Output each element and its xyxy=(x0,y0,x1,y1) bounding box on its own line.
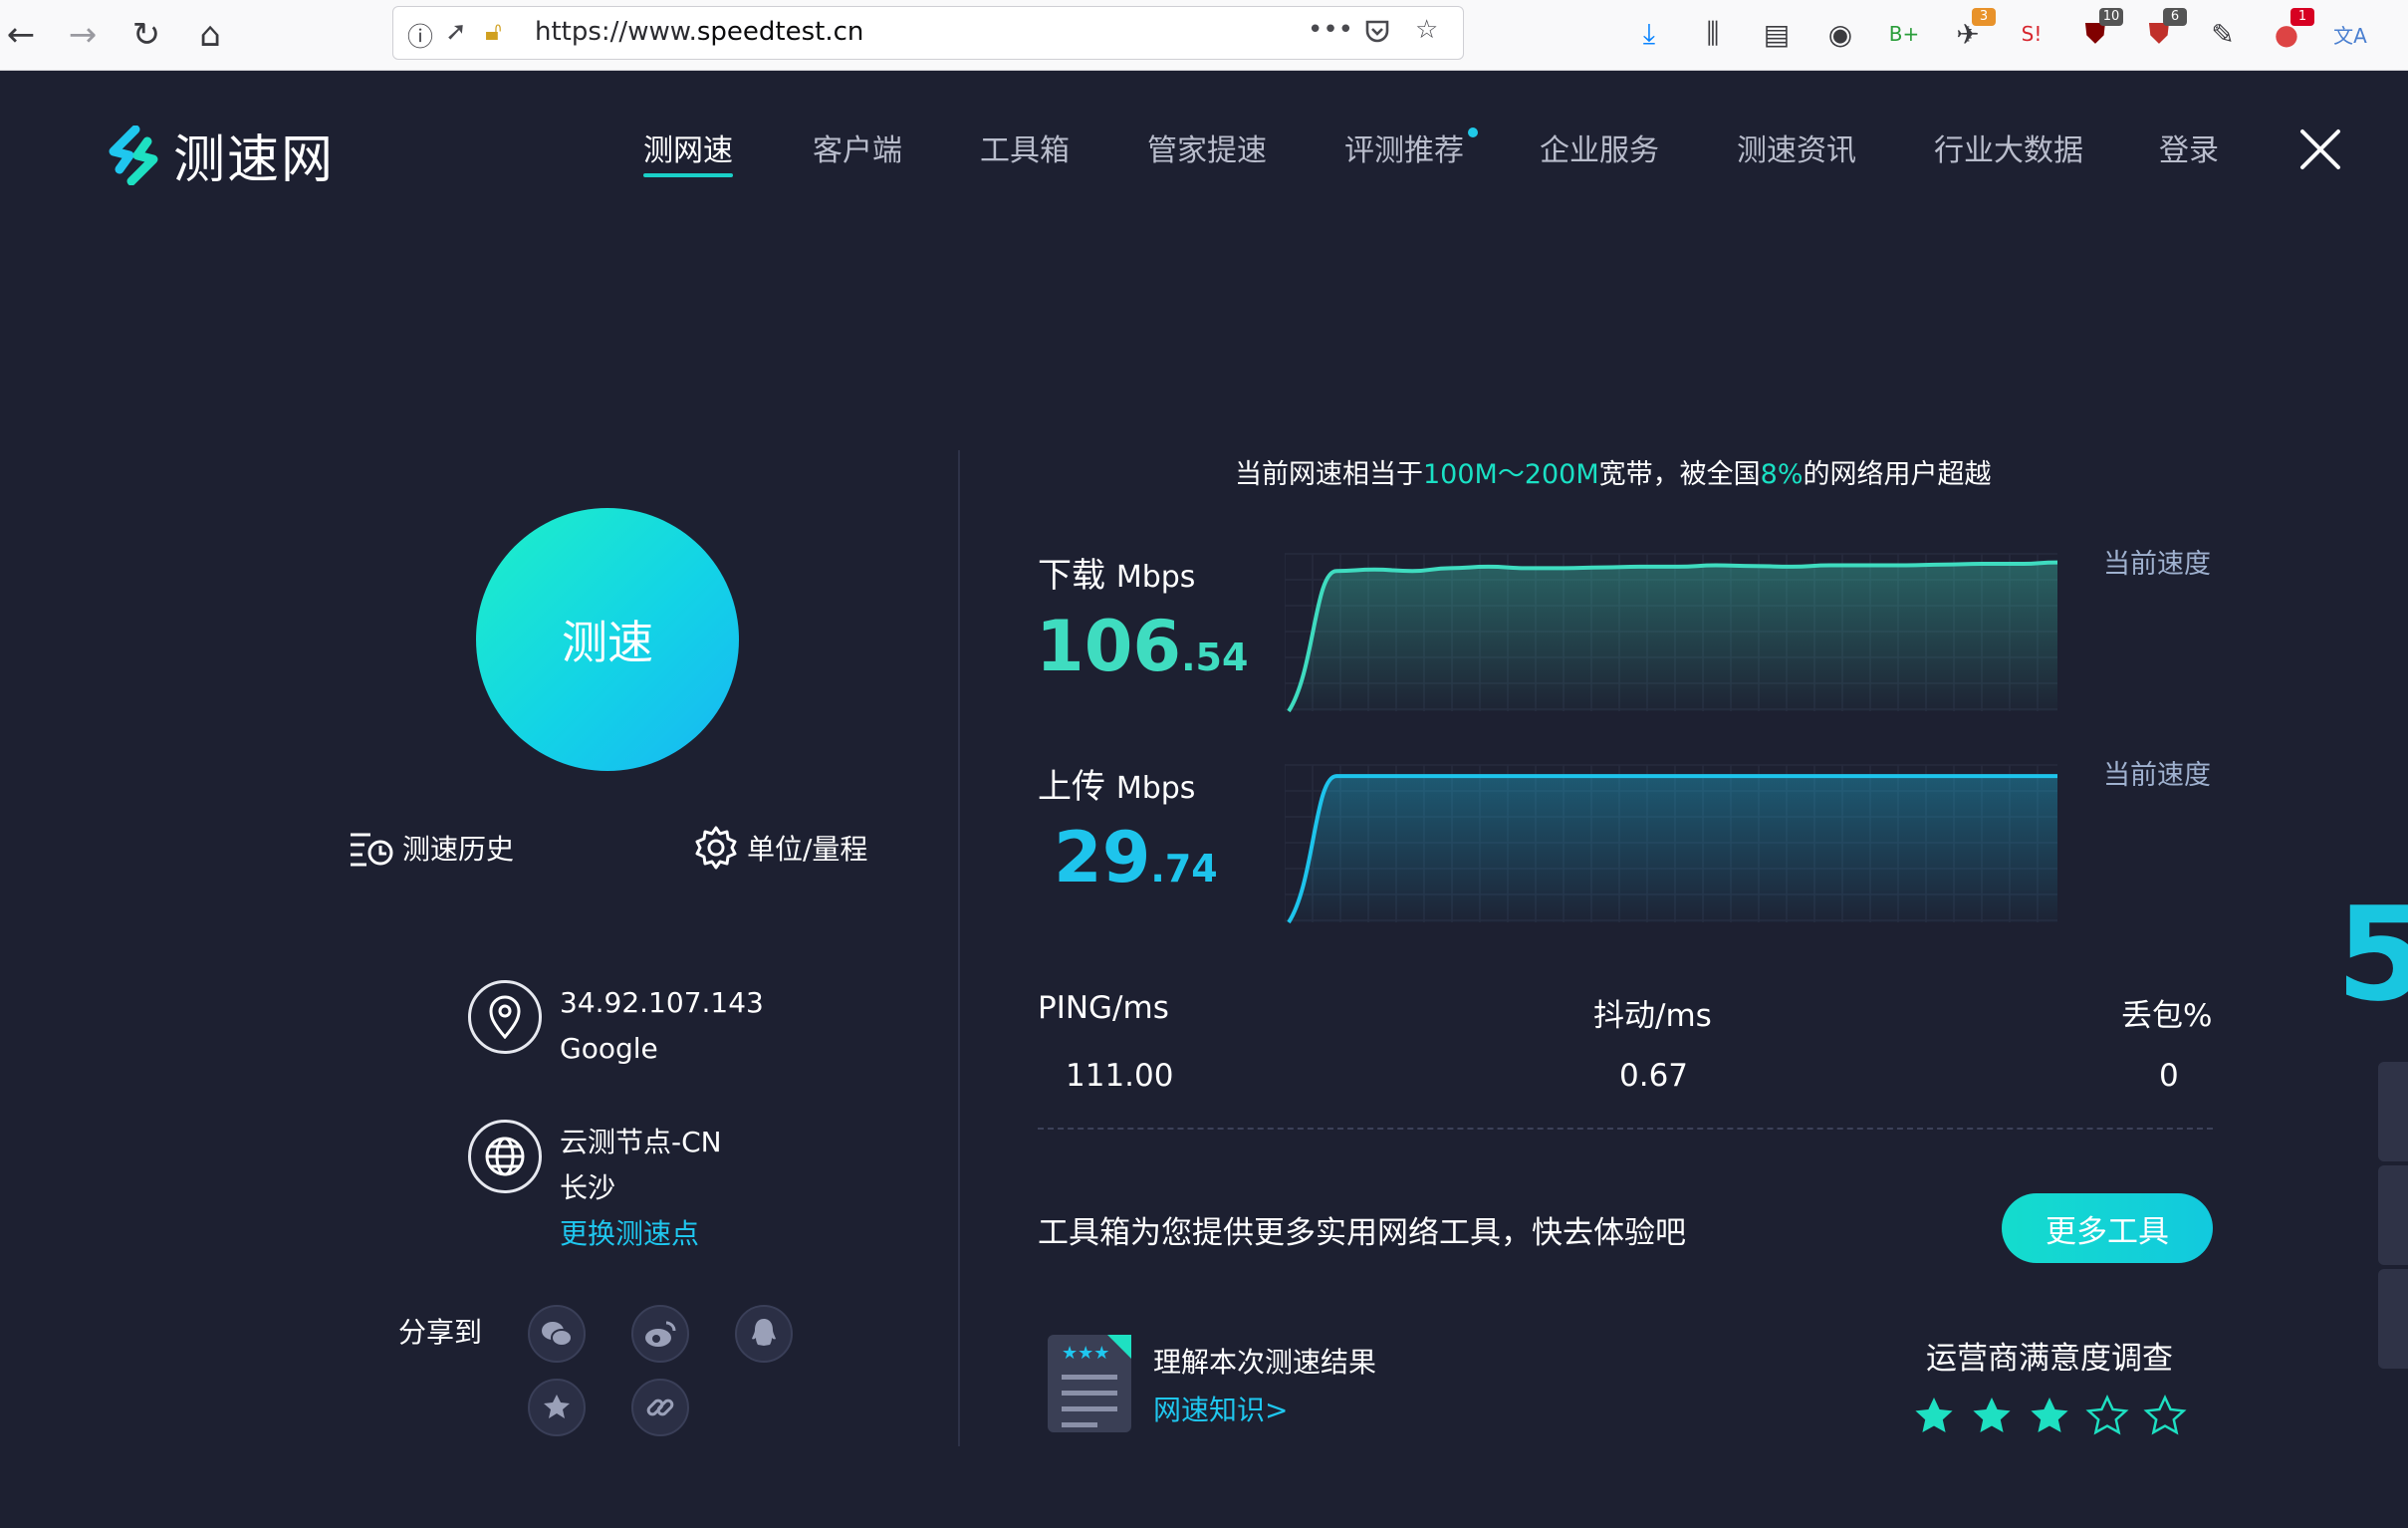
isp-name: Google xyxy=(560,1032,658,1065)
globe-icon xyxy=(468,1120,542,1193)
node-name: 云测节点-CN xyxy=(560,1126,722,1158)
b-plus-extension-icon[interactable]: B+ xyxy=(1884,14,1924,54)
shield-extension-icon[interactable]: ⛊ 6 xyxy=(2139,8,2187,54)
extension-badge: 6 xyxy=(2163,8,2187,26)
alert-extension-icon[interactable]: ● 1 xyxy=(2267,8,2314,54)
node-info: 云测节点-CN 长沙 更换测速点 xyxy=(468,1120,722,1257)
lock-warning-icon[interactable]: 🔓︎ xyxy=(485,17,502,48)
jitter-label: 抖动/ms xyxy=(1593,998,1712,1034)
share-label: 分享到 xyxy=(398,1316,483,1349)
more-tools-button[interactable]: 更多工具 xyxy=(2002,1193,2213,1263)
speed-summary: 当前网速相当于100M～200M宽带，被全国8%的网络用户超越 xyxy=(1235,459,1992,490)
star-filled-icon[interactable] xyxy=(1912,1395,1956,1438)
location-pin-icon xyxy=(468,980,542,1054)
nav-item-client[interactable]: 客户端 xyxy=(813,126,902,169)
nav-item-news[interactable]: 测速资讯 xyxy=(1737,126,1856,169)
side-tab[interactable] xyxy=(2378,1062,2408,1161)
packet-loss-value: 0 xyxy=(2159,1058,2179,1094)
forward-icon[interactable]: → xyxy=(56,8,110,62)
page-actions-icon[interactable]: ••• xyxy=(1308,15,1353,45)
tracking-icon[interactable]: ➚ xyxy=(445,17,467,47)
ip-info: 34.92.107.143 Google xyxy=(468,980,764,1072)
info-icon[interactable]: ⓘ xyxy=(407,17,433,54)
main-nav: 测网速 客户端 工具箱 管家提速 评测推荐 企业服务 测速资讯 行业大数据 登录 xyxy=(0,126,2408,177)
favorite-icon[interactable] xyxy=(528,1379,586,1436)
extension-icon[interactable]: ✈ 3 xyxy=(1948,8,1996,54)
ublock-icon[interactable]: ⛊ 10 xyxy=(2075,8,2123,54)
browser-toolbar: ← → ↻ ⌂ ⓘ ➚ 🔓︎ https://www.speedtest.cn … xyxy=(0,0,2408,71)
isp-survey-title: 运营商满意度调查 xyxy=(1926,1341,2173,1377)
nav-item-toolbox[interactable]: 工具箱 xyxy=(980,126,1070,169)
url-text[interactable]: https://www.speedtest.cn xyxy=(535,17,863,47)
stats-divider xyxy=(1038,1128,2213,1130)
new-badge-dot xyxy=(1468,127,1478,137)
history-label: 测速历史 xyxy=(402,833,515,866)
nav-item-enterprise[interactable]: 企业服务 xyxy=(1540,126,1659,169)
node-city: 长沙 xyxy=(560,1171,616,1204)
panel-divider xyxy=(958,450,960,1446)
unit-label: 单位/量程 xyxy=(747,833,868,866)
star-empty-icon[interactable] xyxy=(2085,1395,2129,1438)
nav-item-bigdata[interactable]: 行业大数据 xyxy=(1934,126,2083,169)
download-label: 下载 Mbps xyxy=(1038,556,1196,596)
wechat-icon[interactable] xyxy=(528,1305,586,1363)
change-node-link[interactable]: 更换测速点 xyxy=(560,1211,722,1257)
download-chart xyxy=(1285,553,2058,713)
ping-value: 111.00 xyxy=(1066,1058,1174,1094)
nav-item-boost[interactable]: 管家提速 xyxy=(1147,126,1267,169)
toolbox-promo-text: 工具箱为您提供更多实用网络工具，快去体验吧 xyxy=(1038,1215,1686,1251)
nav-item-speedtest[interactable]: 测网速 xyxy=(643,126,733,177)
extension-badge: 10 xyxy=(2099,8,2123,26)
ip-address: 34.92.107.143 xyxy=(560,986,764,1019)
star-filled-icon[interactable] xyxy=(2028,1395,2071,1438)
jitter-value: 0.67 xyxy=(1619,1058,1689,1094)
nav-item-login[interactable]: 登录 xyxy=(2159,126,2219,169)
download-current-label: 当前速度 xyxy=(2103,549,2211,580)
rating-stars xyxy=(1912,1395,2187,1438)
bookmark-star-icon[interactable]: ☆ xyxy=(1415,15,1438,45)
packet-loss-label: 丢包% xyxy=(2121,998,2213,1034)
account-icon[interactable]: ◉ xyxy=(1820,14,1860,54)
download-icon[interactable]: ⤓ xyxy=(1629,14,1669,54)
upload-value: 29.74 xyxy=(1054,817,1218,898)
ping-label: PING/ms xyxy=(1038,990,1169,1026)
side-tab[interactable] xyxy=(2378,1269,2408,1369)
pocket-icon[interactable] xyxy=(1363,17,1391,52)
reader-view-icon[interactable]: ▤ xyxy=(1757,14,1797,54)
s-extension-icon[interactable]: S! xyxy=(2012,14,2051,54)
download-value: 106.54 xyxy=(1036,606,1249,687)
url-bar[interactable]: ⓘ ➚ 🔓︎ https://www.speedtest.cn ••• ☆ xyxy=(392,6,1464,60)
chart-area xyxy=(1289,776,2057,922)
upload-label: 上传 Mbps xyxy=(1038,767,1196,807)
pencil-extension-icon[interactable]: ✎ xyxy=(2203,14,2243,54)
star-empty-icon[interactable] xyxy=(2143,1395,2187,1438)
back-icon[interactable]: ← xyxy=(0,8,48,62)
5g-decoration: 5G xyxy=(2336,879,2408,1030)
speed-knowledge-link[interactable]: 网速知识> xyxy=(1153,1389,1288,1428)
history-icon xyxy=(351,833,393,867)
upload-current-label: 当前速度 xyxy=(2103,760,2211,791)
chart-area xyxy=(1289,562,2057,711)
home-icon[interactable]: ⌂ xyxy=(183,8,237,62)
svg-text:★★★: ★★★ xyxy=(1062,1343,1109,1364)
library-icon[interactable]: ⫼ xyxy=(1693,14,1733,54)
unit-settings-button[interactable]: 单位/量程 xyxy=(693,825,867,871)
weibo-icon[interactable] xyxy=(631,1305,689,1363)
nav-item-reviews[interactable]: 评测推荐 xyxy=(1344,126,1464,169)
gear-icon xyxy=(695,826,737,870)
extension-badge: 1 xyxy=(2290,8,2314,26)
close-icon[interactable] xyxy=(2298,127,2342,171)
side-tab[interactable] xyxy=(2378,1165,2408,1265)
star-filled-icon[interactable] xyxy=(1970,1395,2014,1438)
reload-icon[interactable]: ↻ xyxy=(120,8,173,62)
history-button[interactable]: 测速历史 xyxy=(349,827,514,869)
extension-badge: 3 xyxy=(1972,8,1996,26)
link-icon[interactable] xyxy=(631,1379,689,1436)
document-icon[interactable]: ★★★ xyxy=(1046,1331,1135,1434)
understand-results-title[interactable]: 理解本次测速结果 xyxy=(1153,1341,1376,1381)
translate-icon[interactable]: 文A xyxy=(2330,14,2370,54)
qq-icon[interactable] xyxy=(735,1305,793,1363)
start-test-button[interactable]: 测速 xyxy=(476,508,739,771)
upload-chart xyxy=(1285,764,2057,924)
